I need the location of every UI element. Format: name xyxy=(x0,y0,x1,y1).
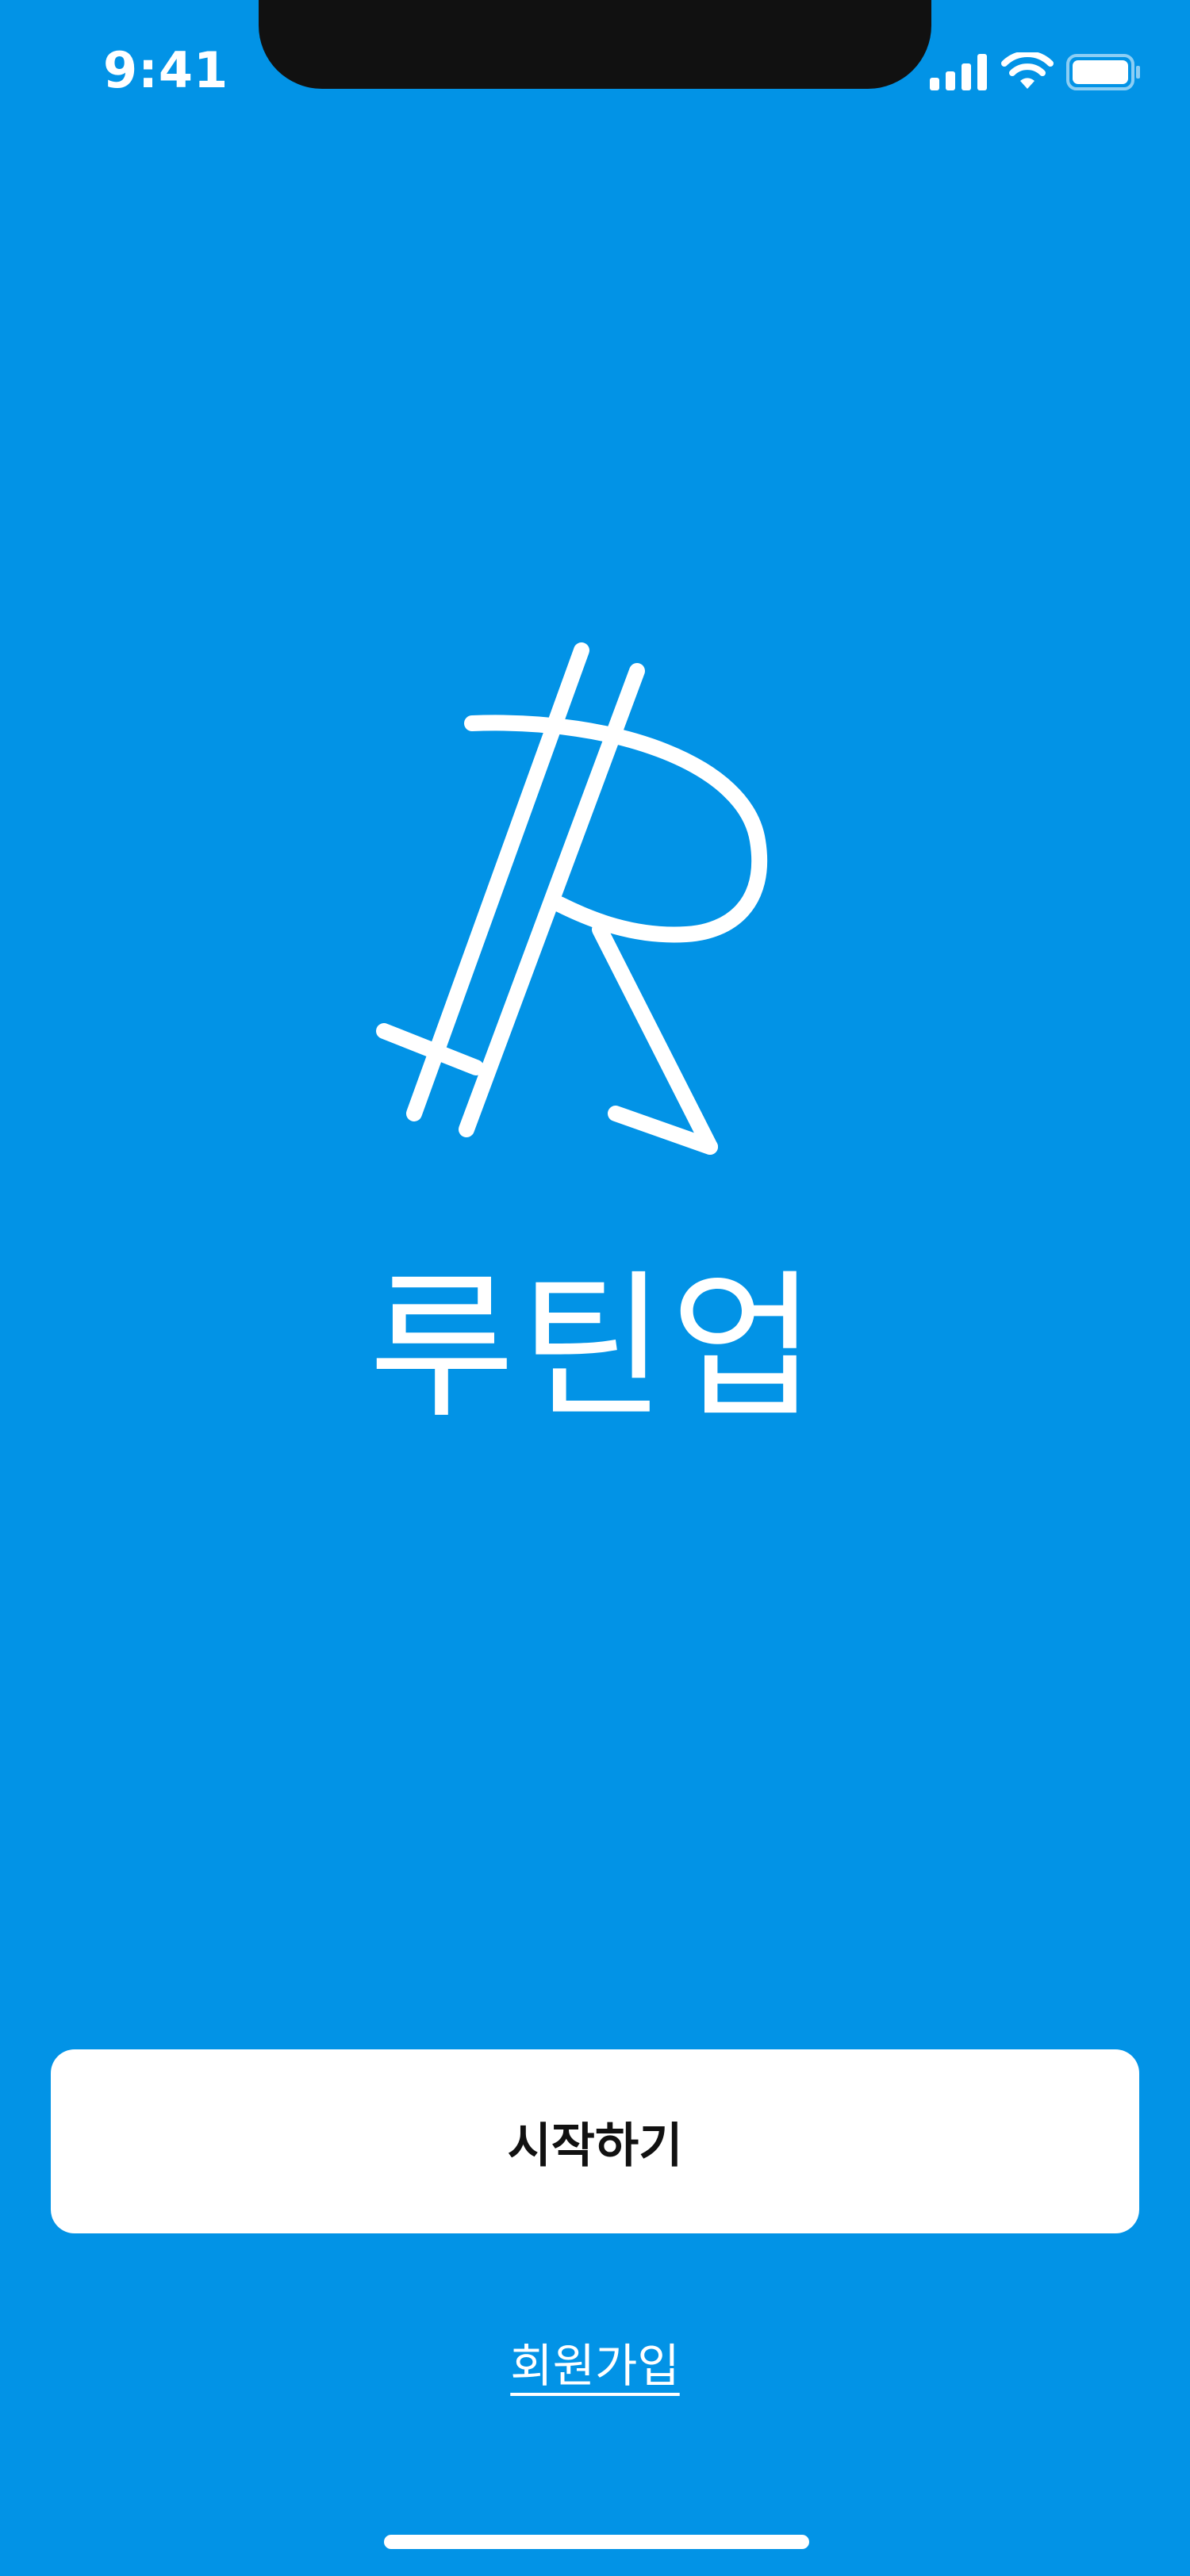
home-indicator[interactable] xyxy=(384,2535,809,2549)
app-name: 루틴업 xyxy=(368,1255,821,1440)
battery-icon xyxy=(1066,54,1140,90)
start-button-label: 시작하기 xyxy=(507,2118,683,2174)
signup-link[interactable]: 회원가입 xyxy=(510,2339,679,2393)
status-bar: 9:41 xyxy=(0,0,1190,119)
app-logo-icon xyxy=(376,642,767,1155)
start-button[interactable]: 시작하기 xyxy=(51,2049,1139,2233)
cellular-signal-icon xyxy=(930,54,987,90)
signup-link-row: 회원가입 xyxy=(0,2343,1190,2389)
camera-notch xyxy=(259,0,931,89)
wifi-icon xyxy=(1001,52,1054,89)
status-time: 9:41 xyxy=(103,41,229,99)
